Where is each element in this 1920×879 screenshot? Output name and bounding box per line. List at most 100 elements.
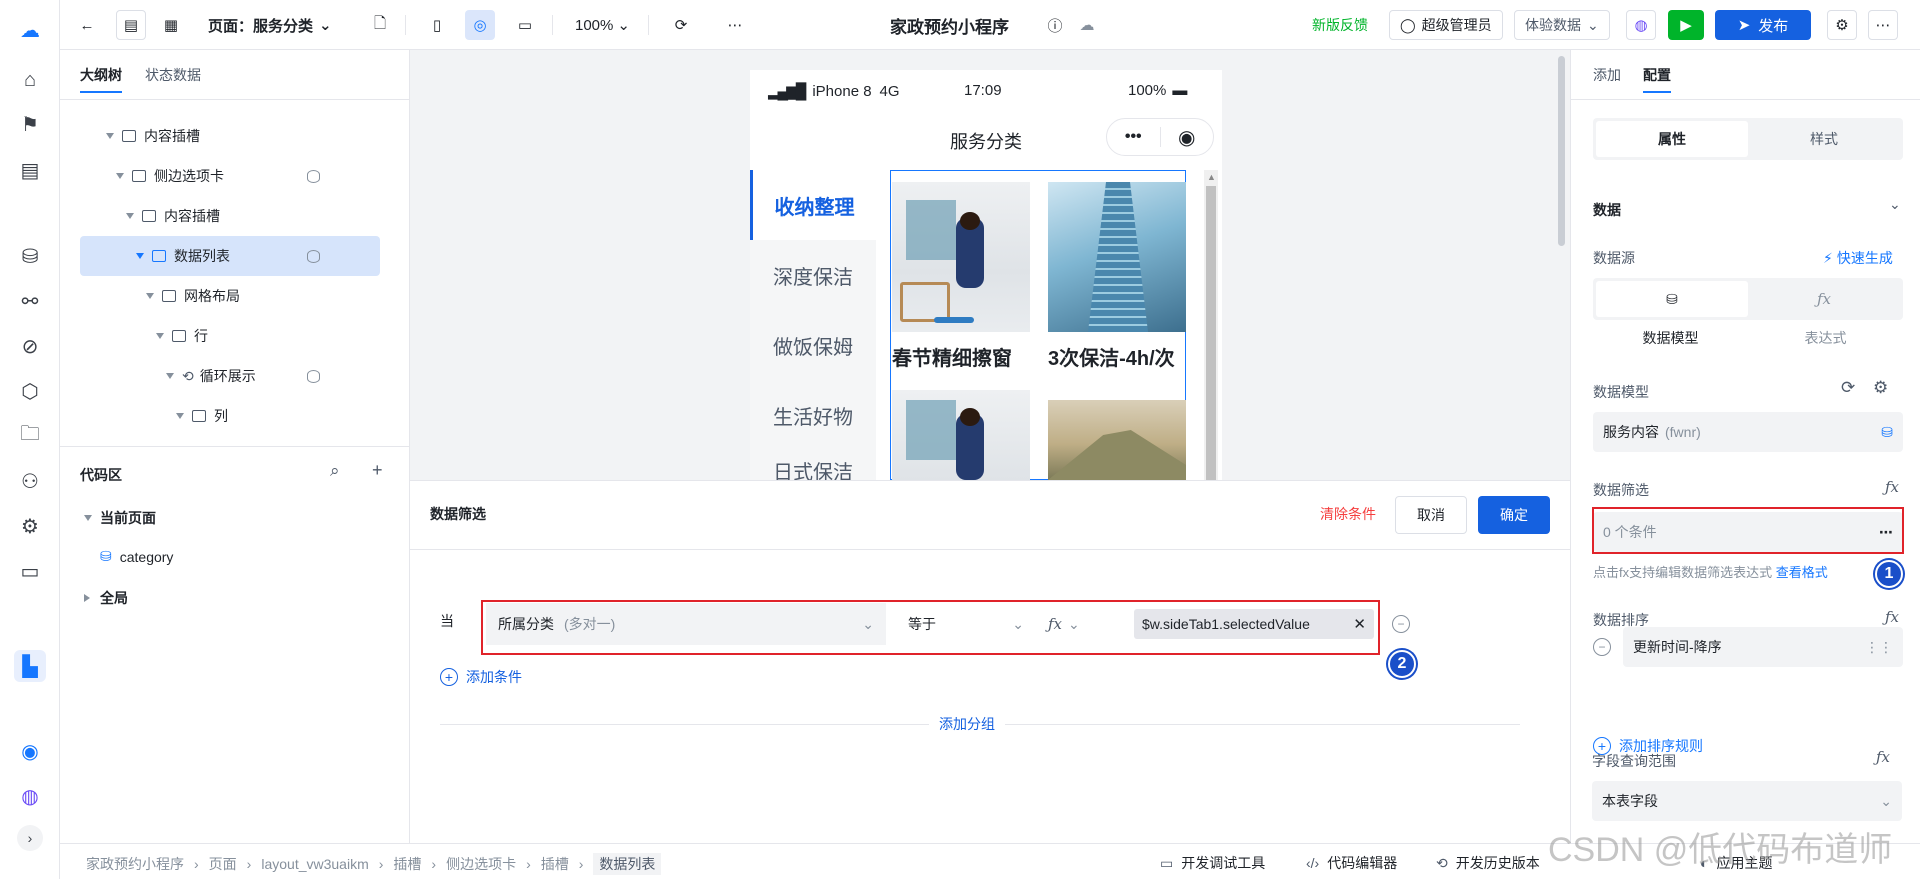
tree-node-loop[interactable]: ⟲ 循环展示 (80, 356, 380, 396)
crumb-layout[interactable]: layout_vw3uaikm (261, 856, 368, 872)
tab-add[interactable]: 添加 (1593, 65, 1621, 85)
refresh-icon[interactable]: ⟳ (1841, 378, 1855, 398)
mini-program-icon[interactable]: ◎ (465, 10, 495, 40)
tree-node-column[interactable]: 列 (80, 396, 380, 436)
crumb-slot-2[interactable]: 插槽 (541, 854, 569, 874)
code-global[interactable]: 全局 (84, 588, 128, 608)
history-button[interactable]: ⟲ 开发历史版本 (1436, 853, 1540, 873)
page-selector[interactable]: 页面：服务分类 ⌄ (208, 10, 332, 40)
folder-icon[interactable]: 🗀 (14, 420, 46, 452)
side-tab-item-storage[interactable]: 收纳整理 (750, 170, 876, 240)
component-icon[interactable]: ⬡ (14, 375, 46, 407)
page-view-icon[interactable]: ▤ (116, 10, 146, 40)
data-model-select[interactable]: 服务内容 (fwnr) ⛁ (1593, 412, 1903, 452)
side-tab-item-japanese-clean[interactable]: 日式保洁 (750, 450, 876, 480)
info-icon[interactable]: ⓘ (1040, 10, 1070, 40)
collapse-triangle-icon[interactable] (136, 253, 144, 259)
tab-config[interactable]: 配置 (1643, 65, 1671, 93)
clear-conditions-button[interactable]: 清除条件 (1320, 504, 1376, 524)
run-preview-icon[interactable]: ▶ (1668, 10, 1704, 40)
refresh-icon[interactable]: ⟳ (666, 10, 696, 40)
quick-generate-link[interactable]: ⚡ 快速生成 (1823, 248, 1893, 268)
dev-tools-button[interactable]: ▭ 开发调试工具 (1160, 853, 1265, 873)
capsule-more-icon[interactable]: ••• (1107, 128, 1160, 146)
fx-icon[interactable]: ƒx (1885, 478, 1899, 496)
search-icon[interactable]: ⌕ (330, 461, 340, 481)
zoom-selector[interactable]: 100% ⌄ (575, 10, 630, 40)
add-group-button[interactable]: 添加分组 (929, 714, 1005, 734)
tree-node-content-slot-2[interactable]: 内容插槽 (80, 196, 380, 236)
trial-data-select[interactable]: 体验数据 ⌄ (1514, 10, 1610, 40)
collapse-triangle-icon[interactable] (84, 515, 92, 521)
crumb-side-tab[interactable]: 侧边选项卡 (446, 854, 516, 874)
publish-button[interactable]: ➤ 发布 (1715, 10, 1811, 40)
phone-scrollbar-track[interactable]: ▲ (1204, 170, 1218, 480)
settings-gear-icon[interactable]: ⚙ (1827, 10, 1857, 40)
side-tab-item-cook[interactable]: 做饭保姆 (750, 310, 876, 380)
home-icon[interactable]: ⌂ (14, 64, 46, 96)
fx-icon[interactable]: ƒx (1876, 748, 1890, 766)
assistant-icon[interactable]: ◍ (1626, 10, 1656, 40)
tree-node-data-list[interactable]: 数据列表 (80, 236, 380, 276)
tree-node-grid-layout[interactable]: 网格布局 (80, 276, 380, 316)
tree-node-content-slot[interactable]: 内容插槽 (80, 116, 380, 156)
remove-condition-icon[interactable]: − (1392, 615, 1410, 633)
gear-icon[interactable]: ⚙ (1873, 378, 1888, 398)
remove-sort-icon[interactable]: − (1593, 638, 1611, 656)
layout-view-icon[interactable]: ▦ (156, 10, 186, 40)
capsule-menu[interactable]: ••• ◉ (1106, 118, 1214, 156)
cloud-sync-icon[interactable]: ☁ (1072, 10, 1102, 40)
admin-button[interactable]: ◯ 超级管理员 (1389, 10, 1503, 40)
sort-rule-field[interactable]: 更新时间-降序 ⋮⋮ (1623, 627, 1903, 667)
tab-outline-tree[interactable]: 大纲树 (80, 65, 122, 93)
more-options-icon[interactable]: ⋯ (1868, 10, 1898, 40)
page-settings-icon[interactable]: ▤ (14, 154, 46, 186)
segment-style[interactable]: 样式 (1748, 121, 1900, 157)
tree-node-side-tab[interactable]: 侧边选项卡 (80, 156, 380, 196)
field-scope-select[interactable]: 本表字段 ⌄ (1592, 781, 1902, 821)
side-tab-item-goods[interactable]: 生活好物 (750, 380, 876, 450)
robot-icon[interactable]: ⚙ (14, 510, 46, 542)
collapse-triangle-icon[interactable] (116, 173, 124, 179)
expand-triangle-icon[interactable] (84, 594, 90, 602)
collapse-triangle-icon[interactable] (176, 413, 184, 419)
collapse-triangle-icon[interactable] (126, 213, 134, 219)
canvas-scrollbar[interactable] (1558, 56, 1565, 246)
crumb-page[interactable]: 页面 (209, 854, 237, 874)
source-expression-option[interactable]: ƒx (1748, 281, 1900, 317)
link-icon[interactable]: ⚯ (14, 285, 46, 317)
back-arrow-icon[interactable]: ← (72, 10, 102, 40)
fx-icon[interactable]: ƒx (1885, 608, 1899, 626)
scroll-up-arrow-icon[interactable]: ▲ (1207, 172, 1216, 182)
confirm-button[interactable]: 确定 (1478, 496, 1550, 534)
source-model-option[interactable]: ⛁ (1596, 281, 1748, 317)
user-avatar-icon[interactable]: ◉ (14, 735, 46, 767)
database-icon[interactable]: ⛁ (14, 240, 46, 272)
side-tab-item-deep-clean[interactable]: 深度保洁 (750, 240, 876, 310)
capsule-close-icon[interactable]: ◉ (1160, 125, 1213, 150)
desktop-device-icon[interactable]: ▭ (510, 10, 540, 40)
view-format-link[interactable]: 查看格式 (1776, 565, 1828, 580)
collapse-triangle-icon[interactable] (106, 133, 114, 139)
tree-node-row[interactable]: 行 (80, 316, 380, 356)
collapse-triangle-icon[interactable] (146, 293, 154, 299)
more-icon[interactable]: ⋯ (720, 10, 750, 40)
id-card-icon[interactable]: ▭ (14, 555, 46, 587)
tab-state-data[interactable]: 状态数据 (145, 65, 201, 85)
cancel-button[interactable]: 取消 (1395, 496, 1467, 534)
crumb-data-list[interactable]: 数据列表 (593, 853, 662, 875)
flag-icon[interactable]: ⚑ (14, 108, 46, 140)
add-condition-button[interactable]: + 添加条件 (440, 667, 522, 687)
collapse-triangle-icon[interactable] (156, 333, 164, 339)
workflow-icon[interactable]: ⚇ (14, 465, 46, 497)
layout-active-icon[interactable]: ▙ (14, 650, 46, 682)
mobile-device-icon[interactable]: ▯ (422, 10, 452, 40)
collapse-triangle-icon[interactable] (166, 373, 174, 379)
crumb-app[interactable]: 家政预约小程序 (86, 854, 184, 874)
expand-chevron-icon[interactable]: › (17, 825, 43, 851)
logic-icon[interactable]: ⊘ (14, 330, 46, 362)
feedback-link[interactable]: 新版反馈 (1312, 10, 1368, 40)
code-current-page[interactable]: 当前页面 (84, 508, 156, 528)
assistant-icon[interactable]: ◍ (14, 780, 46, 812)
segment-attributes[interactable]: 属性 (1596, 121, 1748, 157)
